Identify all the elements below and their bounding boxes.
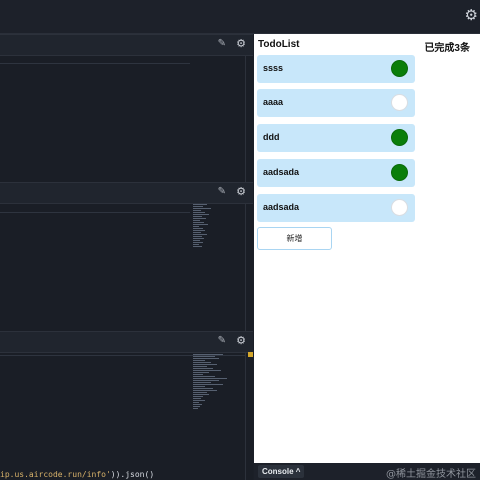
- todo-item[interactable]: aadsada: [257, 159, 415, 187]
- editor-divider: [245, 352, 246, 480]
- todo-item[interactable]: ssss: [257, 55, 415, 83]
- todo-item-label: aadsada: [263, 202, 300, 212]
- chevron-up-icon: ^: [295, 467, 301, 476]
- gear-icon[interactable]: ⚙: [236, 38, 246, 49]
- todo-checkbox[interactable]: [391, 129, 408, 146]
- todo-checkbox[interactable]: [391, 164, 408, 181]
- top-toolbar: ⚙: [0, 0, 480, 34]
- todo-checkbox[interactable]: [391, 94, 408, 111]
- todo-item[interactable]: ddd: [257, 124, 415, 152]
- todo-item[interactable]: aadsada: [257, 194, 415, 222]
- todo-item-label: ssss: [263, 63, 284, 73]
- minimap[interactable]: [193, 354, 233, 410]
- pencil-link-icon[interactable]: ✎: [218, 335, 226, 346]
- minimap[interactable]: [193, 204, 233, 248]
- add-todo-button[interactable]: 新增: [257, 227, 332, 250]
- scroll-marker: [248, 352, 253, 357]
- editor-rule: [0, 212, 190, 213]
- editor-panel-header-2: ✎ ⚙: [0, 182, 253, 204]
- todo-preview-pane: TodoList 已完成3条 ssss aaaa ddd aadsada aad…: [254, 34, 480, 463]
- pencil-link-icon[interactable]: ✎: [218, 38, 226, 49]
- todo-item-label: aaaa: [263, 97, 284, 107]
- console-label: Console: [262, 467, 294, 476]
- todo-item[interactable]: aaaa: [257, 89, 415, 117]
- todo-summary: 已完成3条: [424, 43, 470, 54]
- editor-divider: [245, 203, 246, 331]
- editor-area: ✎ ⚙ ✎ ⚙ ✎ ⚙: [0, 34, 253, 480]
- editor-panel-header-3: ✎ ⚙: [0, 331, 253, 353]
- todo-item-label: ddd: [263, 132, 280, 142]
- editor-rule: [0, 63, 190, 64]
- code-line[interactable]: ip.us.aircode.run/info')).json(): [0, 470, 154, 479]
- pencil-link-icon[interactable]: ✎: [218, 186, 226, 197]
- gear-icon[interactable]: ⚙: [236, 186, 246, 197]
- console-toggle-button[interactable]: Console ^: [258, 465, 305, 478]
- console-bar: Console ^ @稀土掘金技术社区: [254, 463, 480, 480]
- code-text: )).json(): [110, 470, 155, 479]
- todo-checkbox[interactable]: [391, 199, 408, 216]
- todo-checkbox[interactable]: [391, 60, 408, 77]
- gear-icon[interactable]: ⚙: [236, 335, 246, 346]
- editor-panel-header-1: ✎ ⚙: [0, 34, 253, 56]
- code-string: ip.us.aircode.run/info': [0, 470, 111, 479]
- gear-icon[interactable]: ⚙: [465, 8, 478, 23]
- watermark: @稀土掘金技术社区: [386, 469, 476, 480]
- editor-divider: [245, 55, 246, 182]
- todo-item-label: aadsada: [263, 167, 300, 177]
- todo-title: TodoList: [258, 39, 300, 50]
